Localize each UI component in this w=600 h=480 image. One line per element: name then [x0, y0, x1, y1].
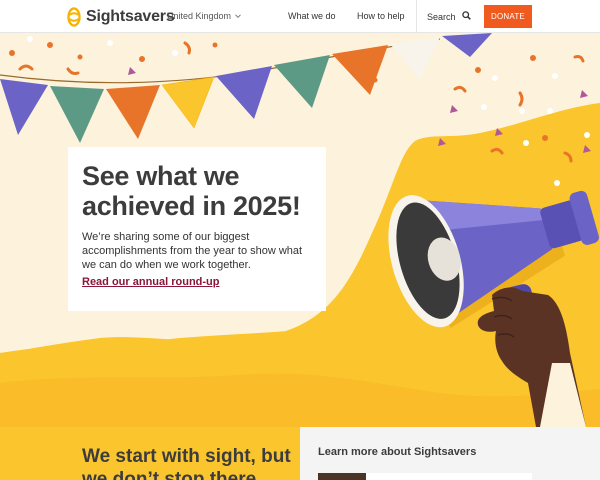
search-label: Search: [427, 11, 456, 22]
search-button[interactable]: Search: [427, 11, 471, 22]
region-label: United Kingdom: [167, 11, 232, 21]
nav-divider: [416, 0, 417, 33]
learn-more-thumbnail: [318, 473, 366, 480]
intro-section: We start with sight, but we don’t stop t…: [0, 427, 300, 480]
learn-more-card[interactable]: [318, 473, 532, 480]
chevron-down-icon: [234, 12, 242, 20]
hero-title: See what we achieved in 2025!: [82, 161, 301, 221]
region-selector[interactable]: United Kingdom: [167, 11, 242, 21]
nav-how-to-help[interactable]: How to help: [357, 11, 405, 21]
intro-title: We start with sight, but we don’t stop t…: [82, 446, 291, 480]
annual-roundup-link[interactable]: Read our annual round-up: [82, 276, 220, 288]
search-icon: [461, 11, 471, 22]
learn-more-title: Learn more about Sightsavers: [318, 446, 477, 458]
hero-card: See what we achieved in 2025! We’re shar…: [68, 147, 326, 311]
hero-banner: See what we achieved in 2025! We’re shar…: [0, 33, 600, 427]
sightsavers-logo-icon: [67, 7, 81, 27]
brand-logo[interactable]: Sightsavers: [67, 6, 175, 28]
hero-body: We’re sharing some of our biggest accomp…: [82, 231, 303, 271]
brand-name: Sightsavers: [86, 8, 175, 25]
site-header: Sightsavers United Kingdom What we do Ho…: [0, 0, 600, 33]
learn-more-panel: Learn more about Sightsavers: [300, 427, 600, 480]
nav-what-we-do[interactable]: What we do: [288, 11, 336, 21]
donate-button[interactable]: DONATE: [484, 5, 532, 28]
